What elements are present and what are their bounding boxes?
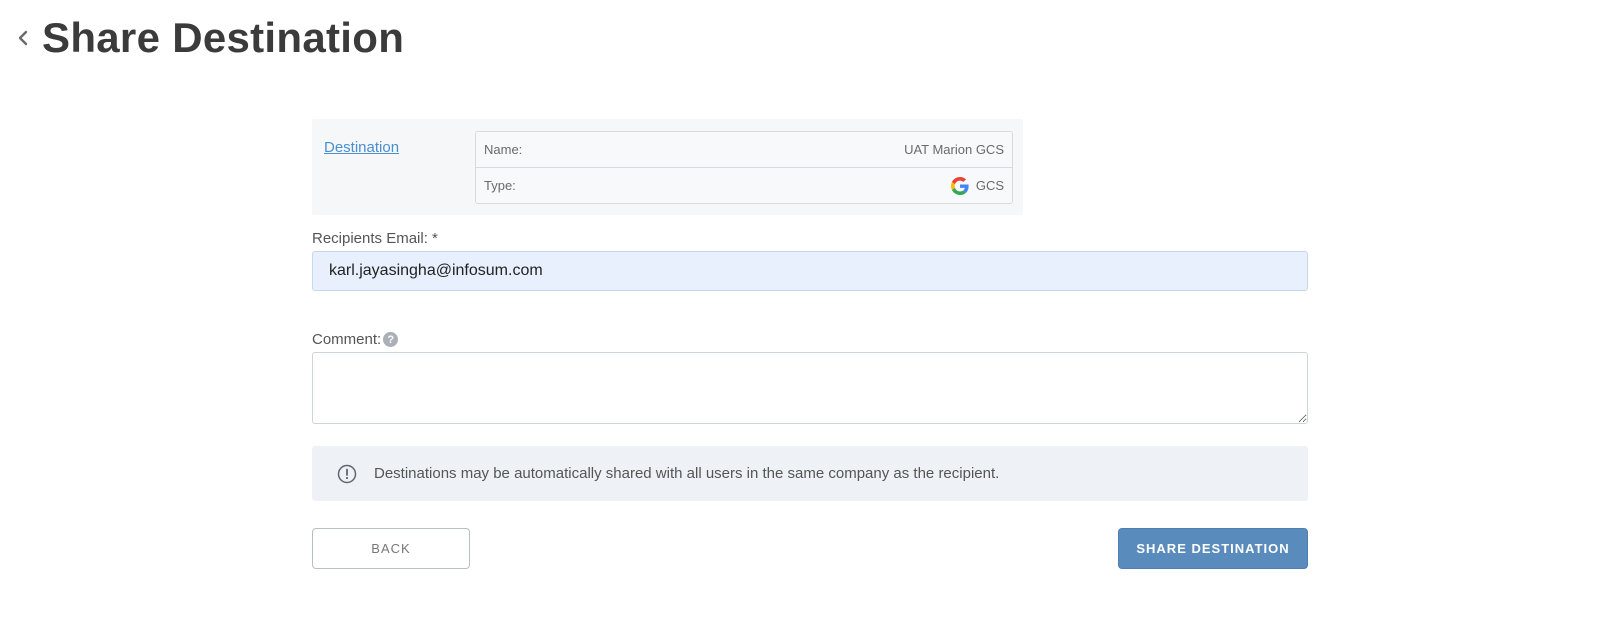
recipients-email-input[interactable]: [312, 251, 1308, 291]
comment-label-wrap: Comment: ?: [312, 331, 399, 348]
page-title: Share Destination: [42, 14, 405, 61]
share-destination-page: Share Destination Destination Name: UAT …: [0, 0, 1600, 643]
destination-name-value: UAT Marion GCS: [904, 142, 1004, 157]
google-icon: [950, 176, 969, 195]
destination-name-label: Name:: [484, 142, 523, 157]
destination-type-label: Type:: [484, 178, 516, 193]
share-destination-button[interactable]: SHARE DESTINATION: [1118, 528, 1308, 569]
page-header: Share Destination: [12, 10, 404, 66]
destination-link[interactable]: Destination: [324, 139, 399, 156]
comment-label: Comment:: [312, 331, 382, 348]
destination-type-row: Type: GCS: [476, 167, 1012, 203]
destination-type-value-wrap: GCS: [950, 176, 1004, 195]
back-button[interactable]: BACK: [312, 528, 470, 569]
info-notice: Destinations may be automatically shared…: [312, 446, 1308, 501]
recipients-email-label: Recipients Email: *: [312, 230, 438, 247]
comment-textarea[interactable]: [312, 352, 1308, 424]
question-circle-icon[interactable]: ?: [383, 332, 399, 347]
destination-name-row: Name: UAT Marion GCS: [476, 132, 1012, 167]
info-circle-icon: [337, 464, 357, 484]
destination-type-value: GCS: [975, 178, 1004, 193]
chevron-left-icon[interactable]: [12, 27, 34, 49]
destination-details-table: Name: UAT Marion GCS Type: GCS: [475, 131, 1013, 204]
destination-summary-card: Destination Name: UAT Marion GCS Type: G…: [312, 119, 1023, 215]
notice-text: Destinations may be automatically shared…: [374, 465, 1000, 482]
